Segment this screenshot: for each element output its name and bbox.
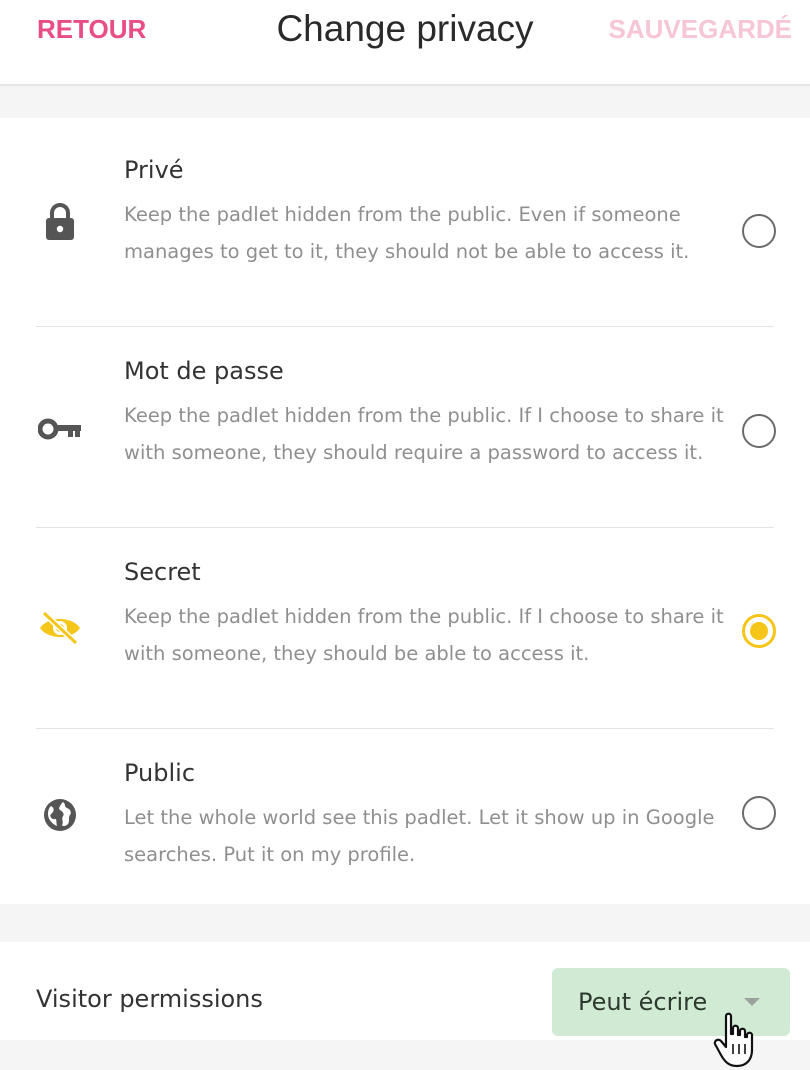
lock-icon — [36, 198, 84, 246]
privacy-options-list: Privé Keep the padlet hidden from the pu… — [0, 118, 810, 904]
option-description: Keep the padlet hidden from the public. … — [124, 203, 690, 263]
section-spacer — [0, 86, 810, 118]
privacy-option-password[interactable]: Mot de passe Keep the padlet hidden from… — [0, 327, 810, 527]
radio-password[interactable] — [742, 414, 776, 448]
option-description: Keep the padlet hidden from the public. … — [124, 404, 724, 464]
visitor-permissions-row: Visitor permissions Peut écrire — [0, 942, 810, 1040]
option-title: Public — [124, 759, 196, 787]
option-title: Secret — [124, 558, 201, 586]
section-spacer — [0, 904, 810, 942]
option-title: Mot de passe — [124, 357, 284, 385]
radio-private[interactable] — [742, 214, 776, 248]
permissions-value: Peut écrire — [578, 988, 708, 1016]
option-description: Let the whole world see this padlet. Let… — [124, 806, 715, 866]
change-privacy-panel: RETOUR Change privacy SAUVEGARDÉ Privé K… — [0, 0, 810, 1070]
header-bar: RETOUR Change privacy SAUVEGARDÉ — [0, 0, 810, 86]
privacy-option-secret[interactable]: Secret Keep the padlet hidden from the p… — [0, 528, 810, 728]
option-title: Privé — [124, 156, 184, 184]
saved-button[interactable]: SAUVEGARDÉ — [609, 14, 792, 45]
permissions-label: Visitor permissions — [36, 985, 263, 1013]
key-icon — [36, 405, 84, 453]
section-spacer — [0, 1040, 810, 1070]
radio-secret[interactable] — [742, 614, 776, 648]
radio-public[interactable] — [742, 796, 776, 830]
globe-icon — [36, 791, 84, 839]
option-description: Keep the padlet hidden from the public. … — [124, 605, 724, 665]
eye-off-icon — [36, 604, 84, 652]
privacy-option-private[interactable]: Privé Keep the padlet hidden from the pu… — [0, 118, 810, 326]
privacy-option-public[interactable]: Public Let the whole world see this padl… — [0, 729, 810, 904]
caret-down-icon — [744, 998, 760, 1006]
permissions-dropdown[interactable]: Peut écrire — [552, 968, 790, 1036]
